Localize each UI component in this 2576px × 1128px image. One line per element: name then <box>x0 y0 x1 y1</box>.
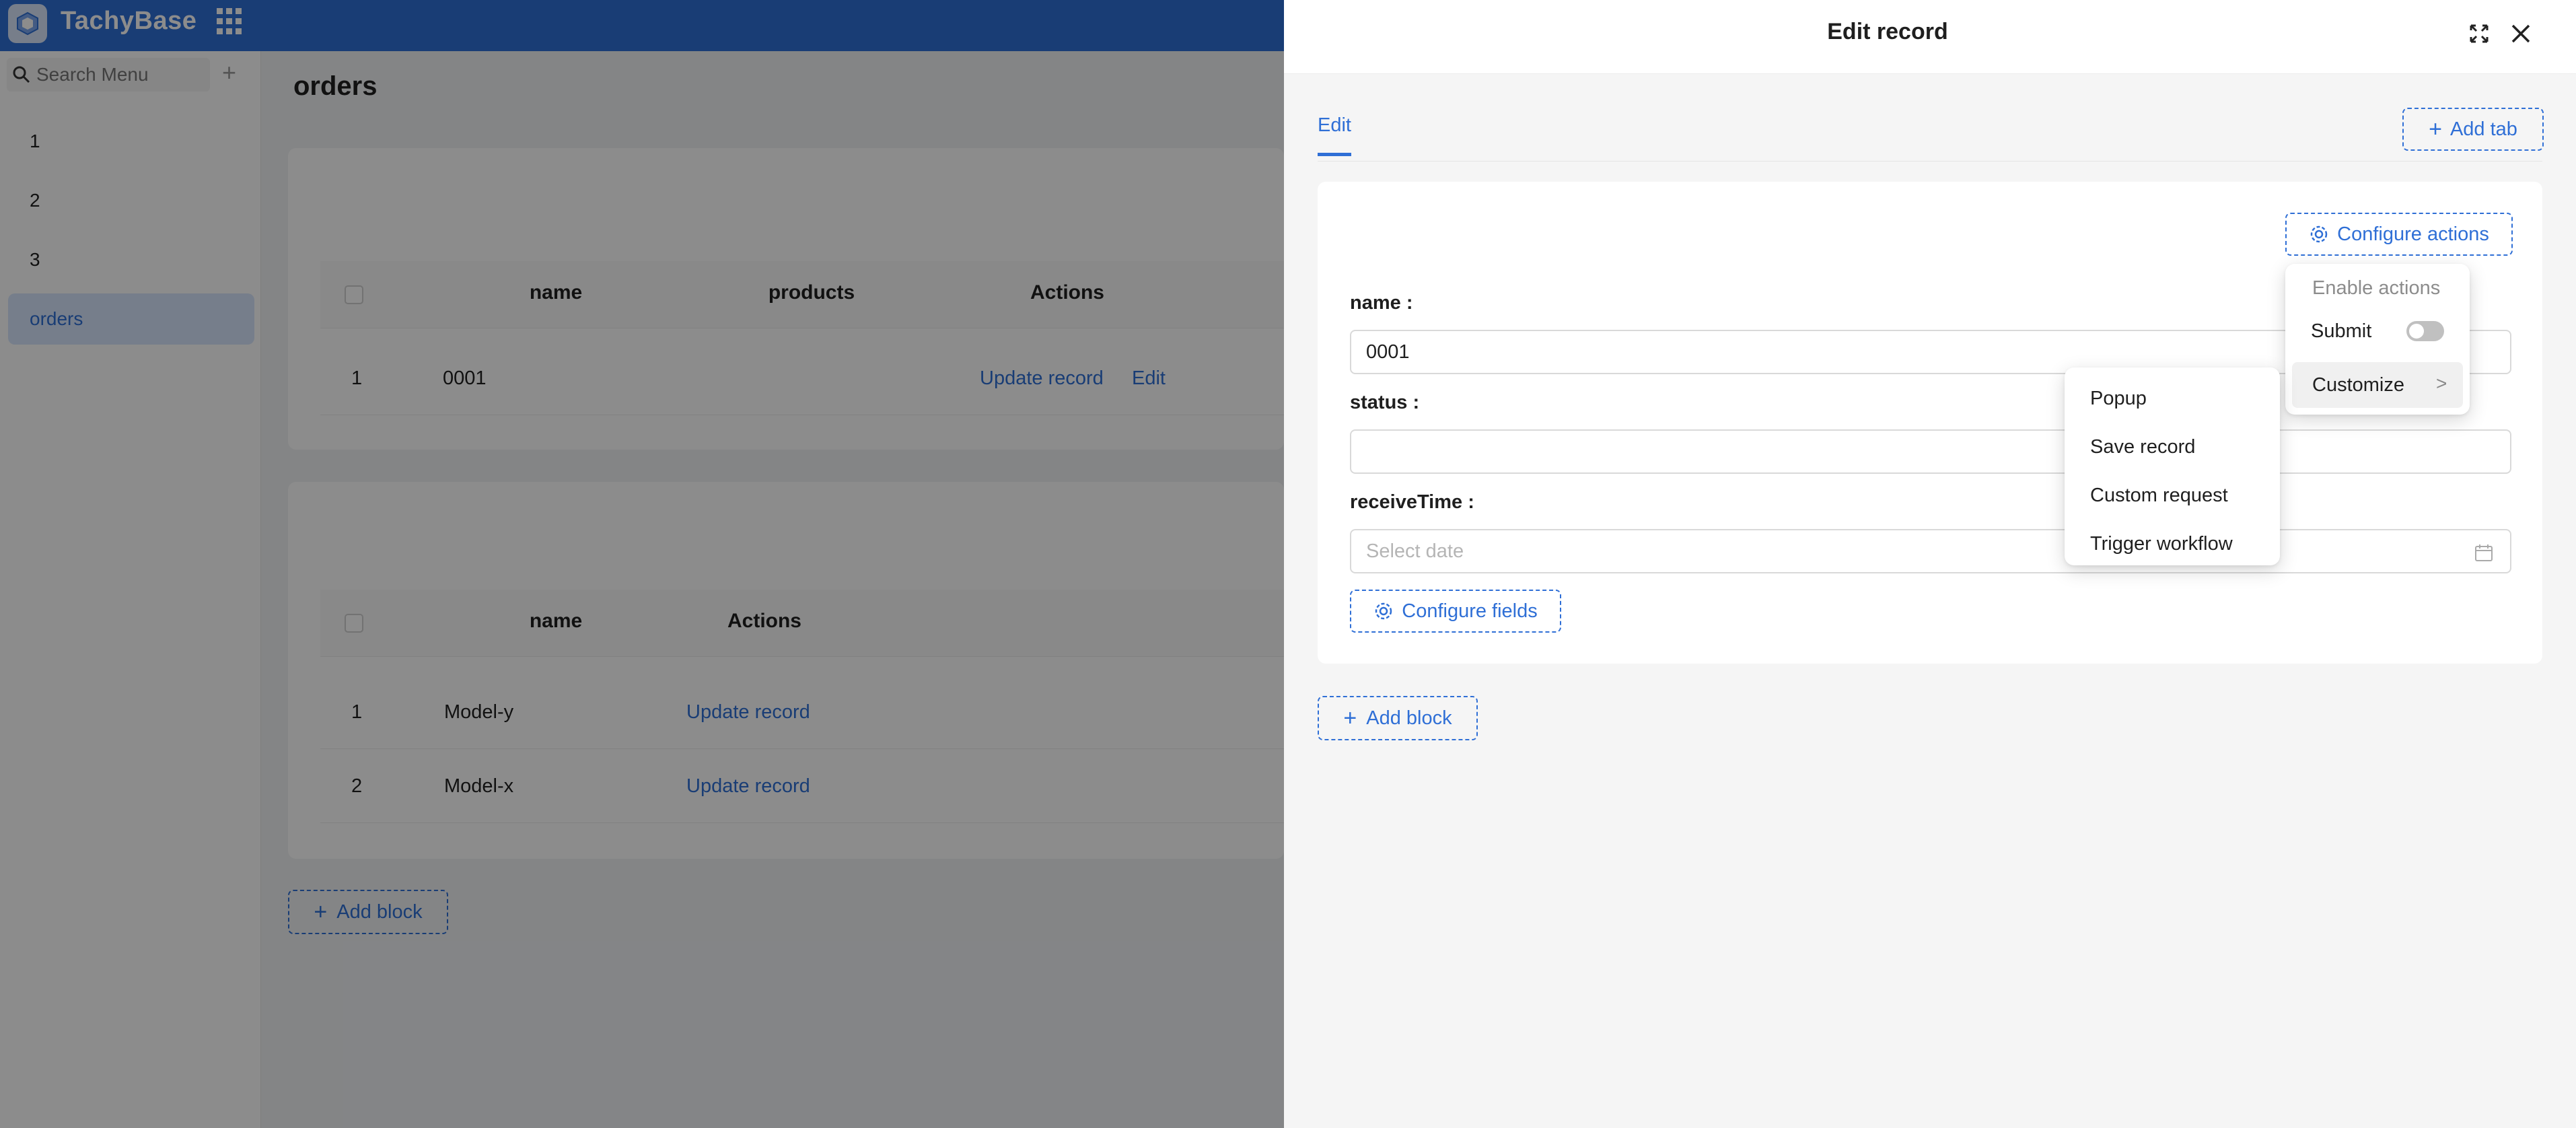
receivetime-date-picker[interactable]: Select date <box>1350 529 2511 573</box>
custom-request-action-item[interactable]: Custom request <box>2065 471 2280 520</box>
customize-submenu: Popup Save record Custom request Trigger… <box>2065 367 2280 565</box>
configure-fields-label: Configure fields <box>1402 600 1538 622</box>
add-block-label: Add block <box>1366 707 1452 729</box>
customize-label: Customize <box>2312 374 2404 396</box>
add-tab-label: Add tab <box>2449 118 2517 140</box>
add-tab-button[interactable]: + Add tab <box>2402 108 2544 151</box>
popup-action-item[interactable]: Popup <box>2065 374 2280 423</box>
configure-actions-button[interactable]: Configure actions <box>2285 213 2513 256</box>
field-label-status: status : <box>1350 392 1420 413</box>
status-input[interactable] <box>1350 429 2511 474</box>
gear-icon <box>1375 602 1392 620</box>
chevron-right-icon: > <box>2436 373 2447 394</box>
modal-mask[interactable] <box>0 0 1284 1128</box>
edit-record-drawer: Edit record Edit + Add tab Configure act… <box>1284 0 2576 1128</box>
calendar-icon <box>2475 544 2493 561</box>
trigger-workflow-action-item[interactable]: Trigger workflow <box>2065 520 2280 568</box>
submit-toggle-switch[interactable] <box>2406 321 2444 341</box>
drawer-header: Edit record <box>1284 0 2576 74</box>
drawer-add-block-button[interactable]: + Add block <box>1318 696 1478 740</box>
enable-actions-group-title: Enable actions <box>2312 277 2441 299</box>
configure-actions-menu: Enable actions Submit Customize > <box>2285 264 2470 415</box>
close-icon[interactable] <box>2507 20 2534 47</box>
configure-fields-button[interactable]: Configure fields <box>1350 590 1561 633</box>
save-record-action-item[interactable]: Save record <box>2065 423 2280 471</box>
plus-icon: + <box>1343 705 1357 731</box>
drawer-title: Edit record <box>1827 19 1948 44</box>
tab-edit[interactable]: Edit <box>1318 114 1351 156</box>
drawer-tabs: Edit + Add tab <box>1318 101 2544 162</box>
field-label-receivetime: receiveTime : <box>1350 491 1474 513</box>
expand-icon[interactable] <box>2466 20 2493 47</box>
edit-form-block: Configure actions name : 0001 status : r… <box>1318 182 2542 664</box>
configure-actions-label: Configure actions <box>2337 223 2489 245</box>
submit-action-item[interactable]: Submit <box>2285 307 2470 355</box>
gear-icon <box>2310 225 2328 243</box>
submit-label: Submit <box>2311 320 2372 342</box>
customize-menu-item[interactable]: Customize > <box>2292 362 2463 408</box>
plus-icon: + <box>2429 116 2442 142</box>
date-placeholder: Select date <box>1366 540 1464 562</box>
field-label-name: name : <box>1350 292 1413 314</box>
